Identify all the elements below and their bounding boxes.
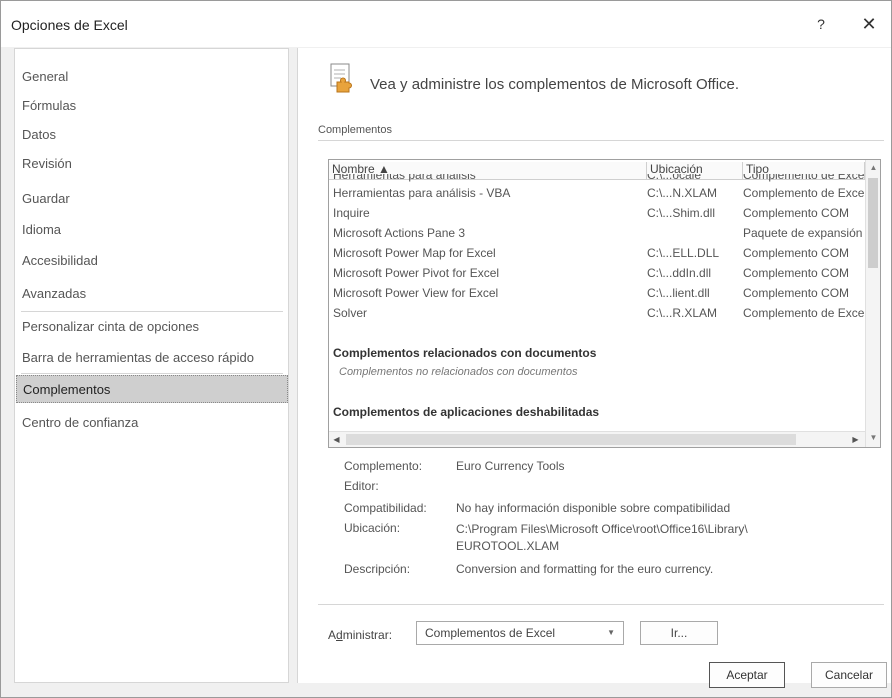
section-title: Complementos [318, 124, 392, 136]
manage-dropdown-value: Complementos de Excel [425, 626, 556, 640]
cell-location: C:\...ddIn.dll [647, 266, 712, 280]
cell-location: C:\...Shim.dll [647, 206, 716, 220]
sidebar-divider [21, 373, 283, 374]
table-row[interactable]: Herramientas para análisis C:\...ocale C… [329, 174, 865, 184]
sidebar-item-save[interactable]: Guardar [16, 185, 288, 213]
detail-location-value: C:\Program Files\Microsoft Office\root\O… [456, 522, 748, 553]
scroll-right-icon[interactable]: ▶ [848, 432, 863, 447]
panel-header: Vea y administre los complementos de Mic… [370, 76, 740, 93]
title-bar: Opciones de Excel ? ✕ [1, 1, 891, 47]
cell-type: Complemento COM [743, 286, 850, 300]
cell-location: C:\...lient.dll [647, 286, 710, 300]
manage-dropdown[interactable]: Complementos de Excel ▼ [416, 621, 624, 645]
sidebar-item-customize-ribbon[interactable]: Personalizar cinta de opciones [16, 313, 288, 341]
table-row[interactable]: Inquire C:\...Shim.dll Complemento COM [329, 204, 865, 224]
sidebar-item-accessibility[interactable]: Accesibilidad [16, 247, 288, 275]
options-sidebar: General Fórmulas Datos Revisión Guardar … [14, 48, 289, 683]
cell-name: Inquire [333, 206, 370, 220]
group-empty-doc-related: Complementos no relacionados con documen… [339, 366, 578, 378]
sidebar-item-addins[interactable]: Complementos [16, 375, 288, 403]
detail-addin-value: Euro Currency Tools [456, 459, 565, 473]
cell-type: Paquete de expansión XML [743, 226, 865, 240]
detail-publisher-label: Editor: [344, 479, 379, 493]
close-button[interactable]: ✕ [857, 13, 881, 35]
manage-label-pre: A [328, 628, 337, 642]
scroll-left-icon[interactable]: ◀ [329, 432, 344, 447]
detail-compat-value: No hay información disponible sobre comp… [456, 501, 731, 515]
addins-icon [330, 63, 352, 93]
sidebar-item-data[interactable]: Datos [16, 121, 288, 149]
scroll-down-icon[interactable]: ▼ [866, 430, 880, 445]
addins-panel: Vea y administre los complementos de Mic… [297, 48, 891, 683]
cancel-button[interactable]: Cancelar [811, 662, 887, 688]
cell-location: C:\...R.XLAM [647, 306, 718, 320]
cell-type: Complemento COM [743, 266, 850, 280]
sidebar-item-language[interactable]: Idioma [16, 216, 288, 244]
sidebar-item-review[interactable]: Revisión [16, 150, 288, 178]
manage-label-accesskey: d [336, 628, 343, 642]
scroll-up-icon[interactable]: ▲ [866, 160, 880, 175]
cell-type: Complemento de Excel [743, 174, 865, 182]
detail-addin-label: Complemento: [344, 459, 423, 473]
table-row[interactable]: Herramientas para análisis - VBA C:\...N… [329, 184, 865, 204]
cell-location: C:\...N.XLAM [647, 186, 718, 200]
sidebar-item-quick-access-toolbar[interactable]: Barra de herramientas de acceso rápido [16, 344, 288, 372]
vertical-scrollbar[interactable]: ▲ ▼ [865, 160, 880, 447]
manage-label-post: ministrar: [342, 628, 393, 642]
detail-location-label: Ubicación: [344, 521, 401, 535]
vertical-scroll-thumb[interactable] [868, 178, 878, 268]
cell-location: C:\...ocale [647, 174, 702, 182]
manage-divider [318, 604, 884, 605]
cell-type: Complemento COM [743, 246, 850, 260]
group-title-disabled: Complementos de aplicaciones deshabilita… [333, 405, 600, 419]
sidebar-item-formulas[interactable]: Fórmulas [16, 92, 288, 120]
addins-table[interactable]: Nombre ▲ Ubicación Tipo Herramientas par… [328, 159, 881, 448]
table-row[interactable]: Microsoft Power View for Excel C:\...lie… [329, 284, 865, 304]
detail-description-value: Conversion and formatting for the euro c… [456, 562, 714, 576]
cell-type: Complemento de Excel [743, 306, 865, 320]
sidebar-item-advanced[interactable]: Avanzadas [16, 280, 288, 308]
help-button[interactable]: ? [811, 13, 831, 35]
cell-type: Complemento de Excel [743, 186, 865, 200]
cell-location: C:\...ELL.DLL [647, 246, 720, 260]
section-divider [318, 140, 884, 141]
detail-description-label: Descripción: [344, 562, 411, 576]
manage-label: Administrar: [328, 628, 392, 642]
horizontal-scroll-thumb[interactable] [346, 434, 796, 445]
cell-name: Microsoft Actions Pane 3 [333, 226, 466, 240]
go-button[interactable]: Ir... [640, 621, 718, 645]
detail-compat-label: Compatibilidad: [344, 501, 427, 515]
chevron-down-icon: ▼ [607, 628, 615, 637]
excel-options-dialog: Opciones de Excel ? ✕ General Fórmulas D… [0, 0, 892, 698]
group-title-doc-related: Complementos relacionados con documentos [333, 346, 597, 360]
sidebar-item-trust-center[interactable]: Centro de confianza [16, 409, 288, 437]
cell-name: Microsoft Power View for Excel [333, 286, 499, 300]
cell-name: Herramientas para análisis - VBA [333, 186, 511, 200]
dialog-title: Opciones de Excel [11, 17, 128, 33]
table-row[interactable]: Microsoft Power Pivot for Excel C:\...dd… [329, 264, 865, 284]
cell-name: Solver [333, 306, 368, 320]
cell-name: Herramientas para análisis [333, 174, 476, 182]
ok-button[interactable]: Aceptar [709, 662, 785, 688]
sidebar-divider [21, 311, 283, 312]
sidebar-item-general[interactable]: General [16, 63, 288, 91]
cell-name: Microsoft Power Map for Excel [333, 246, 496, 260]
table-row[interactable]: Microsoft Power Map for Excel C:\...ELL.… [329, 244, 865, 264]
table-row[interactable]: Solver C:\...R.XLAM Complemento de Excel [329, 304, 865, 324]
table-row[interactable]: Microsoft Actions Pane 3 Paquete de expa… [329, 224, 865, 244]
cell-name: Microsoft Power Pivot for Excel [333, 266, 500, 280]
horizontal-scrollbar[interactable]: ◀ ▶ [329, 431, 865, 447]
cell-type: Complemento COM [743, 206, 850, 220]
